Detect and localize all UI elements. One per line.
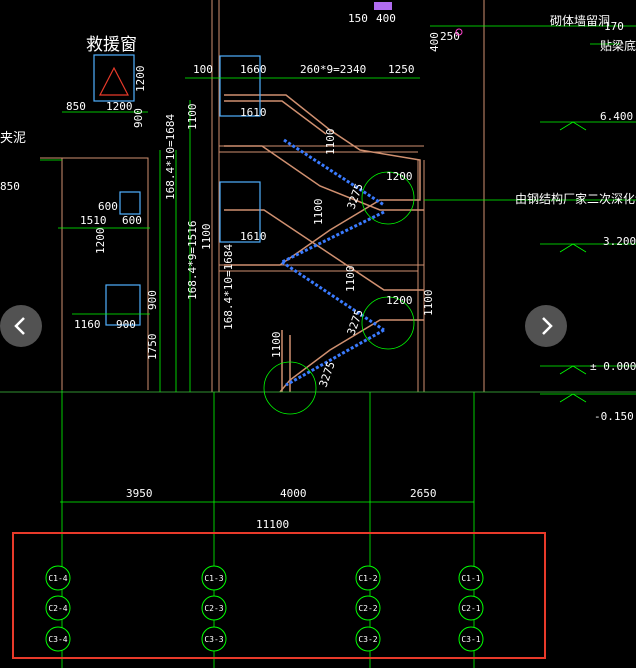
- dim-250: 250: [440, 30, 460, 43]
- building-outline: [40, 0, 485, 392]
- note-beam: 贴梁底: [600, 38, 636, 53]
- dim-1100d: 1100: [312, 199, 325, 226]
- dim-900b: 900: [146, 290, 159, 310]
- dim-1160: 1160: [74, 318, 101, 331]
- top-marker: [374, 2, 392, 10]
- dimension-lines: [0, 25, 636, 540]
- next-image-button[interactable]: [525, 305, 567, 347]
- note-masonry: 砌体墙留洞: [550, 14, 610, 28]
- dim-1750: 1750: [146, 334, 159, 361]
- dim-850b: 850: [0, 180, 20, 193]
- dim-400: 400: [376, 12, 396, 25]
- dim-850: 850: [66, 100, 86, 113]
- axis-label: C1-1: [461, 574, 480, 583]
- dim-1100a: 1100: [186, 104, 199, 131]
- level-3200: 3.200: [603, 235, 636, 248]
- level-0000: ± 0.000: [590, 360, 636, 373]
- dim-1100f: 1100: [422, 290, 435, 317]
- level-6400: 6.400: [600, 110, 633, 123]
- dim-600a: 600: [98, 200, 118, 213]
- dim-2650: 2650: [410, 487, 437, 500]
- dim-100: 100: [193, 63, 213, 76]
- dim-3275b: 3275: [345, 308, 366, 337]
- dim-1200v: 1200: [134, 66, 147, 93]
- dim-3950: 3950: [126, 487, 153, 500]
- dim-900: 900: [116, 318, 136, 331]
- note-left: 夹泥: [0, 131, 26, 146]
- axis-label: C1-3: [204, 574, 223, 583]
- dim-1200e: 1200: [386, 294, 413, 307]
- chevron-right-icon: [542, 317, 553, 335]
- axis-label: C3-2: [358, 635, 377, 644]
- dim-1200c: 1200: [386, 170, 413, 183]
- dim-1250: 1250: [388, 63, 415, 76]
- note-steel: 由钢结构厂家二次深化设计: [515, 191, 636, 206]
- dim-1516: 168.4*9=1516: [186, 221, 199, 300]
- axis-bubbles: [45, 565, 484, 652]
- dim-1100e: 1100: [344, 266, 357, 293]
- dim-1610b: 1610: [240, 230, 267, 243]
- dim-2340: 260*9=2340: [300, 63, 366, 76]
- axis-label: C1-4: [48, 574, 67, 583]
- dim-3275a: 3275: [345, 182, 366, 211]
- dim-1100c: 1100: [200, 224, 213, 251]
- axis-label: C3-3: [204, 635, 223, 644]
- dim-11100: 11100: [256, 518, 289, 531]
- axis-label: C3-1: [461, 635, 480, 644]
- dim-1510: 1510: [80, 214, 107, 227]
- dim-1100b: 1100: [324, 129, 337, 156]
- dim-1684a: 168.4*10=1684: [164, 114, 177, 200]
- prev-image-button[interactable]: [0, 305, 42, 347]
- axis-label: C2-1: [461, 604, 480, 613]
- dim-3275c: 3275: [317, 360, 338, 389]
- dim-400v: 400: [428, 32, 441, 52]
- window-title: 救援窗: [86, 35, 137, 55]
- axis-label: C3-4: [48, 635, 67, 644]
- chevron-left-icon: [14, 317, 25, 335]
- dim-1200: 1200: [106, 100, 133, 113]
- dim-1610a: 1610: [240, 106, 267, 119]
- dim-170: 170: [604, 20, 624, 33]
- dim-600b: 600: [122, 214, 142, 227]
- dim-1684b: 168.4*10=1684: [222, 244, 235, 330]
- axis-label: C2-2: [358, 604, 377, 613]
- axis-lines: [61, 540, 475, 668]
- dim-1100g: 1100: [270, 332, 283, 359]
- dim-1200d: 1200: [94, 228, 107, 255]
- dim-4000: 4000: [280, 487, 307, 500]
- level-0150: -0.150: [594, 410, 634, 423]
- axis-label: C2-3: [204, 604, 223, 613]
- axis-label: C2-4: [48, 604, 67, 613]
- dim-150: 150: [348, 12, 368, 25]
- dim-900v: 900: [132, 108, 145, 128]
- axis-label: C1-2: [358, 574, 377, 583]
- dim-1660: 1660: [240, 63, 267, 76]
